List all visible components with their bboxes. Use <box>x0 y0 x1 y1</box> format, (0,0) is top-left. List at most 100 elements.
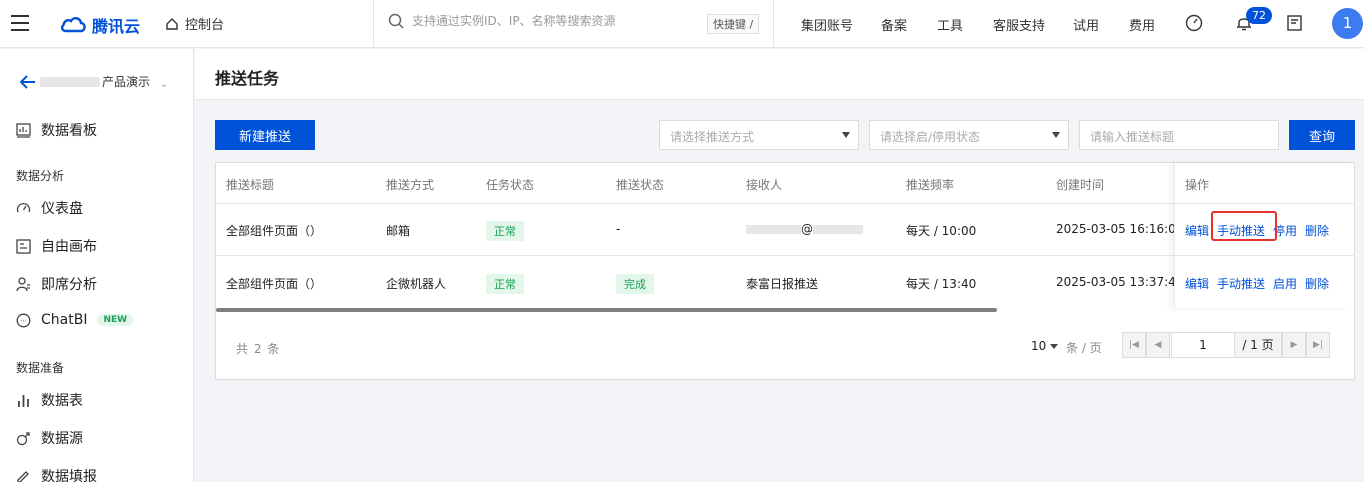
nav-trial[interactable]: 试用 <box>1073 15 1099 34</box>
top-bar: 腾讯云 控制台 支持通过实例ID、IP、名称等搜索资源 快捷键 / 集团账号 备… <box>0 0 1364 48</box>
brand-logo[interactable]: 腾讯云 <box>60 13 140 37</box>
row-divider <box>1175 255 1355 256</box>
prev-page-icon[interactable]: ◀ <box>1146 332 1170 358</box>
delete-link[interactable]: 删除 <box>1305 275 1329 292</box>
cell-frequency: 每天 / 10:00 <box>906 224 977 238</box>
sidebar-item-label: 数据表 <box>41 393 83 409</box>
datasource-icon <box>16 431 30 445</box>
sidebar-item-dashboard[interactable]: 仪表盘 <box>16 198 83 218</box>
edit-link[interactable]: 编辑 <box>1185 275 1209 292</box>
horizontal-scrollbar[interactable] <box>216 308 997 312</box>
delete-link[interactable]: 删除 <box>1305 222 1329 239</box>
title-search-input[interactable]: 请输入推送标题 <box>1079 120 1279 150</box>
nav-tools[interactable]: 工具 <box>937 15 963 34</box>
blurred-domain <box>813 225 863 234</box>
caret-down-icon <box>842 132 850 138</box>
cell-receiver: 泰富日报推送 <box>746 277 819 291</box>
search-icon <box>388 13 404 29</box>
sidebar-item-data-entry[interactable]: 数据填报 <box>16 466 97 482</box>
gauge-icon <box>16 202 31 212</box>
column-header: 推送频率 <box>906 178 955 192</box>
sidebar-item-label: 数据源 <box>41 431 83 447</box>
brand-name: 腾讯云 <box>92 17 141 36</box>
new-badge: NEW <box>97 314 134 326</box>
adhoc-analysis-icon <box>16 276 30 291</box>
query-button[interactable]: 查询 <box>1289 120 1355 150</box>
sidebar-item-dashboard-board[interactable]: 数据看板 <box>16 120 97 140</box>
cell-title: 全部组件页面（） <box>226 277 323 291</box>
column-header: 接收人 <box>746 178 783 192</box>
next-page-icon[interactable]: ▶ <box>1282 332 1306 358</box>
cell-method: 邮箱 <box>386 224 411 238</box>
nav-group-account[interactable]: 集团账号 <box>801 15 853 34</box>
page-size-value: 10 <box>1031 339 1047 353</box>
pencil-icon <box>17 470 29 482</box>
push-task-table: 推送标题 推送方式 任务状态 推送状态 接收人 推送频率 创建时间 全部组件页面… <box>215 162 1355 380</box>
column-header: 操作 <box>1185 178 1210 192</box>
console-label: 控制台 <box>185 18 225 33</box>
highlight-box <box>1211 211 1277 241</box>
push-method-select[interactable]: 请选择推送方式 <box>659 120 859 150</box>
sidebar-item-label: 数据看板 <box>41 123 97 139</box>
first-page-icon[interactable]: |◀ <box>1122 332 1146 358</box>
page-header: 推送任务 <box>195 49 1364 100</box>
edit-link[interactable]: 编辑 <box>1185 222 1209 239</box>
sidebar-item-label: 即席分析 <box>41 277 97 293</box>
new-push-button[interactable]: 新建推送 <box>215 120 315 150</box>
column-header: 任务状态 <box>486 178 535 192</box>
console-link[interactable]: 控制台 <box>165 14 224 33</box>
push-method-placeholder: 请选择推送方式 <box>670 130 755 144</box>
notification-badge: 72 <box>1246 7 1272 24</box>
project-name: 产品演示 <box>102 75 151 89</box>
nav-filing[interactable]: 备案 <box>881 15 907 34</box>
last-page-icon[interactable]: ▶| <box>1306 332 1330 358</box>
total-count: 共 2 条 <box>236 342 281 356</box>
cell-push-status: - <box>616 222 621 236</box>
chevron-down-icon[interactable]: ⌄ <box>160 79 168 90</box>
sidebar-item-label: 自由画布 <box>41 239 97 255</box>
receiver-at: @ <box>801 222 813 236</box>
section-data-prep: 数据准备 <box>16 361 65 375</box>
status-select[interactable]: 请选择启/停用状态 <box>869 120 1069 150</box>
blurred-email <box>746 225 801 234</box>
nav-billing[interactable]: 费用 <box>1129 15 1155 34</box>
sidebar-item-label: 数据填报 <box>41 469 97 482</box>
push-status-badge: 完成 <box>616 274 654 294</box>
manual-push-link[interactable]: 手动推送 <box>1217 275 1265 292</box>
sidebar-item-label: 仪表盘 <box>41 201 83 217</box>
nav-support[interactable]: 客服支持 <box>993 15 1045 34</box>
sidebar-item-tables[interactable]: 数据表 <box>16 390 83 410</box>
dashboard-board-icon <box>16 122 31 138</box>
status-badge: 正常 <box>486 274 524 294</box>
cell-created: 2025-03-05 16:16:08 <box>1056 222 1184 236</box>
page-size-select[interactable]: 10 <box>1031 339 1059 353</box>
global-search[interactable]: 支持通过实例ID、IP、名称等搜索资源 <box>388 12 616 29</box>
sidebar-item-chatbi[interactable]: ChatBI NEW <box>16 312 134 328</box>
shortcut-hint: 快捷键 / <box>707 14 760 34</box>
blurred-project-prefix <box>40 76 100 87</box>
column-header: 创建时间 <box>1056 178 1105 192</box>
page-number-input[interactable]: 1 <box>1171 332 1235 358</box>
enable-link[interactable]: 启用 <box>1273 275 1297 292</box>
avatar[interactable]: 1 <box>1332 8 1363 39</box>
chat-icon <box>16 313 31 327</box>
search-input[interactable]: 支持通过实例ID、IP、名称等搜索资源 <box>412 12 616 29</box>
sidebar-item-datasource[interactable]: 数据源 <box>16 428 83 448</box>
cell-title: 全部组件页面（） <box>226 224 323 238</box>
sidebar-item-canvas[interactable]: 自由画布 <box>16 236 97 256</box>
column-header: 推送标题 <box>226 178 275 192</box>
status-badge: 正常 <box>486 221 524 241</box>
section-data-analysis: 数据分析 <box>16 169 65 183</box>
gauge-icon[interactable] <box>1185 14 1203 32</box>
cell-created: 2025-03-05 13:37:44 <box>1056 275 1184 289</box>
sidebar-item-adhoc[interactable]: 即席分析 <box>16 274 97 294</box>
page-count: / 1 页 <box>1234 332 1282 358</box>
back-arrow-icon[interactable] <box>20 74 36 89</box>
project-switcher[interactable]: 产品演示 <box>20 73 150 90</box>
caret-down-icon <box>1052 132 1060 138</box>
menu-icon[interactable] <box>11 15 29 31</box>
caret-down-icon <box>1050 344 1059 349</box>
divider <box>373 0 374 48</box>
status-placeholder: 请选择启/停用状态 <box>880 130 981 144</box>
document-settings-icon[interactable] <box>1286 14 1304 32</box>
